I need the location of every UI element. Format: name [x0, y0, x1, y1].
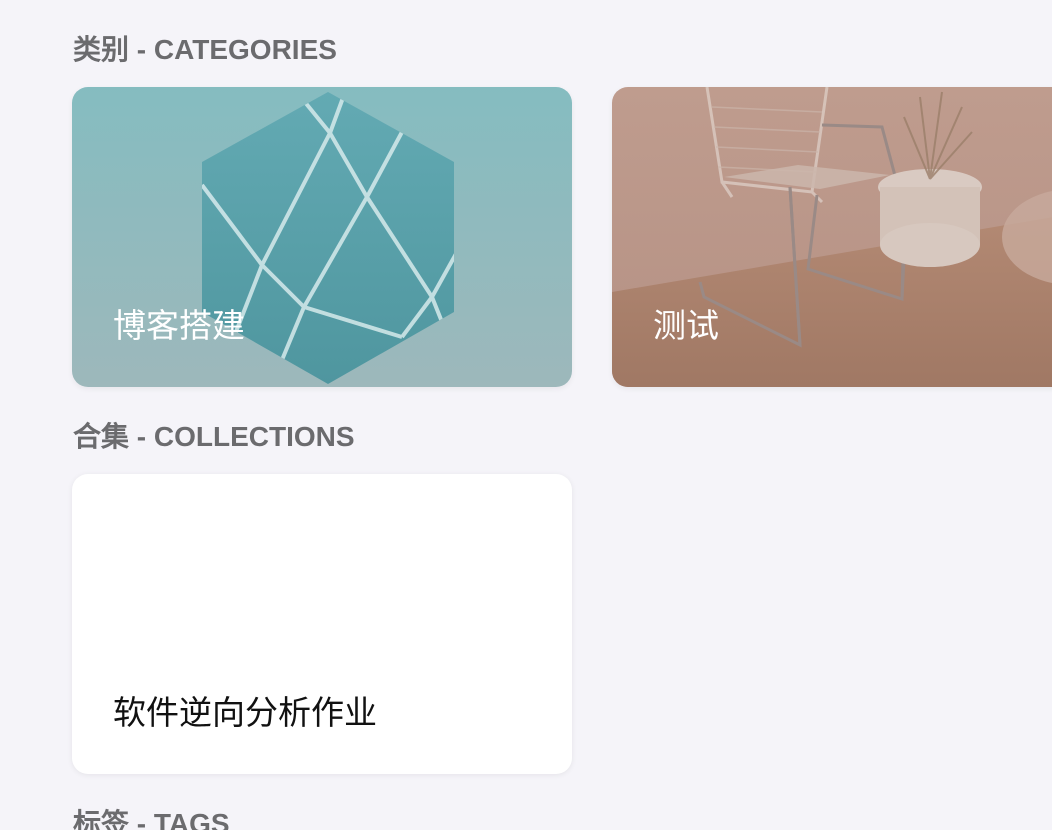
collection-card-software-reverse-analysis[interactable]: 软件逆向分析作业 [72, 474, 572, 774]
category-card-label: 测试 [653, 306, 719, 345]
category-card-label: 博客搭建 [113, 306, 245, 345]
category-card-blog-setup[interactable]: 博客搭建 [72, 87, 572, 387]
categories-section-title: 类别 - CATEGORIES [73, 34, 337, 65]
category-card-test[interactable]: 测试 [612, 87, 1052, 387]
collections-section-title: 合集 - COLLECTIONS [73, 421, 355, 452]
collection-card-label: 软件逆向分析作业 [113, 693, 377, 732]
tags-section-title: 标签 - TAGS [73, 808, 230, 830]
page: 类别 - CATEGORIES 博客搭建 测试 合集 - COLLECTIONS… [0, 0, 1052, 830]
